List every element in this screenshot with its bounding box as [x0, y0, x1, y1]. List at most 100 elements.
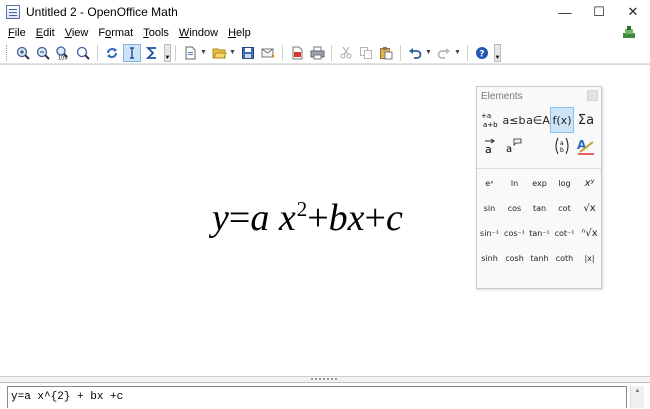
- relations-category[interactable]: a≤b: [502, 107, 526, 133]
- zoom-out-button[interactable]: [34, 44, 52, 62]
- functions-category[interactable]: f(x): [550, 107, 574, 133]
- menu-format[interactable]: Format: [93, 27, 138, 39]
- elements-divider: [477, 168, 601, 169]
- toolbar-overflow-button[interactable]: ▼: [164, 43, 171, 62]
- arccos-element[interactable]: cos⁻¹: [502, 221, 527, 246]
- copy-icon: [360, 46, 372, 59]
- window-title: Untitled 2 - OpenOffice Math: [26, 5, 178, 19]
- help-button[interactable]: ?: [473, 44, 491, 62]
- show-all-button[interactable]: [74, 44, 92, 62]
- splitter-grip[interactable]: [311, 378, 337, 380]
- cut-icon: [340, 46, 352, 58]
- brackets-category[interactable]: ab: [550, 133, 574, 159]
- operators-category[interactable]: Σa: [574, 107, 598, 133]
- export-pdf-icon: [292, 46, 303, 59]
- rendered-formula[interactable]: y=a x2+bx+c: [212, 199, 403, 238]
- attributes-category[interactable]: a: [478, 133, 502, 159]
- commands-scrollbar[interactable]: ▲: [630, 386, 644, 408]
- coth-element[interactable]: coth: [552, 246, 577, 271]
- set-operations-category[interactable]: a∈A: [526, 107, 550, 133]
- toolbar-separator: [97, 44, 98, 61]
- symbols-icon: [145, 46, 156, 59]
- redo-dropdown[interactable]: ▼: [454, 44, 461, 62]
- update-button[interactable]: [103, 44, 121, 62]
- arccot-element[interactable]: cot⁻¹: [552, 221, 577, 246]
- exp-element[interactable]: exp: [527, 171, 552, 196]
- formats-category[interactable]: A: [574, 133, 598, 159]
- menu-view[interactable]: View: [60, 27, 94, 39]
- elements-panel: Elements +a a+b a≤b a∈A f(x) Σa a a ab A …: [476, 86, 602, 289]
- scroll-up-icon: ▲: [634, 388, 641, 394]
- undo-dropdown[interactable]: ▼: [425, 44, 432, 62]
- export-pdf-button[interactable]: [288, 44, 306, 62]
- zoom-out-icon: [36, 46, 50, 60]
- svg-text:+a: +a: [481, 112, 491, 120]
- nroot-element[interactable]: ⁿ√x: [577, 221, 602, 246]
- arctan-element[interactable]: tan⁻¹: [527, 221, 552, 246]
- log-element[interactable]: log: [552, 171, 577, 196]
- empty-category: [526, 133, 550, 159]
- new-button[interactable]: [181, 44, 199, 62]
- paste-button[interactable]: [377, 44, 395, 62]
- toolbar-overflow-button-2[interactable]: ▼: [494, 43, 501, 62]
- elements-panel-title: Elements: [481, 90, 523, 102]
- elements-functions-grid: eˣ ln exp log xʸ sin cos tan cot √x sin⁻…: [477, 171, 601, 271]
- cos-element[interactable]: cos: [502, 196, 527, 221]
- elements-panel-close-button[interactable]: [587, 90, 598, 101]
- tan-element[interactable]: tan: [527, 196, 552, 221]
- sin-element[interactable]: sin: [477, 196, 502, 221]
- commands-window: y=a x^{2} + bx +c ▲: [0, 382, 650, 409]
- help-icon: ?: [476, 46, 488, 59]
- svg-text:?: ?: [479, 49, 484, 59]
- toolbar-grip[interactable]: [6, 44, 9, 61]
- title-bar: Untitled 2 - OpenOffice Math — ☐ ✕: [0, 0, 650, 24]
- zoom-in-button[interactable]: [14, 44, 32, 62]
- print-button[interactable]: [308, 44, 326, 62]
- menu-file[interactable]: File: [3, 27, 31, 39]
- redo-button[interactable]: [435, 44, 453, 62]
- svg-text:a: a: [506, 144, 512, 155]
- elements-panel-header[interactable]: Elements: [477, 87, 601, 105]
- cosh-element[interactable]: cosh: [502, 246, 527, 271]
- formula-cursor-button[interactable]: [123, 43, 141, 62]
- maximize-button[interactable]: ☐: [582, 0, 616, 24]
- abs-element[interactable]: |x|: [577, 246, 602, 271]
- exp-power-element[interactable]: eˣ: [477, 171, 502, 196]
- ln-element[interactable]: ln: [502, 171, 527, 196]
- maximize-icon: ☐: [593, 4, 605, 19]
- menu-tools[interactable]: Tools: [138, 27, 174, 39]
- open-button[interactable]: [210, 44, 228, 62]
- formats-icon: A: [577, 138, 594, 155]
- new-icon: [185, 46, 196, 59]
- save-button[interactable]: [239, 44, 257, 62]
- vector-attribute-icon: a: [485, 138, 495, 155]
- tanh-element[interactable]: tanh: [527, 246, 552, 271]
- email-button[interactable]: [259, 44, 277, 62]
- formula-command-input[interactable]: y=a x^{2} + bx +c: [7, 386, 627, 408]
- toolbar-separator: [331, 44, 332, 61]
- minimize-button[interactable]: —: [548, 0, 582, 24]
- cot-element[interactable]: cot: [552, 196, 577, 221]
- new-dropdown[interactable]: ▼: [200, 44, 207, 62]
- symbols-button[interactable]: [143, 44, 161, 62]
- unary-binary-category[interactable]: +a a+b: [478, 107, 502, 133]
- quickstarter-icon[interactable]: [622, 26, 636, 39]
- power-element[interactable]: xʸ: [577, 171, 602, 196]
- menu-help[interactable]: Help: [223, 27, 256, 39]
- copy-button[interactable]: [357, 44, 375, 62]
- sqrt-element[interactable]: √x: [577, 196, 602, 221]
- arcsin-element[interactable]: sin⁻¹: [477, 221, 502, 246]
- menu-window[interactable]: Window: [174, 27, 223, 39]
- menu-edit[interactable]: Edit: [31, 27, 60, 39]
- toolbar-separator: [400, 44, 401, 61]
- close-button[interactable]: ✕: [616, 0, 650, 24]
- zoom-in-icon: [16, 46, 30, 60]
- undo-button[interactable]: [406, 44, 424, 62]
- app-icon: [6, 5, 20, 19]
- sinh-element[interactable]: sinh: [477, 246, 502, 271]
- zoom-100-button[interactable]: 100: [54, 44, 72, 62]
- window-controls: — ☐ ✕: [548, 0, 650, 24]
- cut-button[interactable]: [337, 44, 355, 62]
- others-category[interactable]: a: [502, 133, 526, 159]
- open-dropdown[interactable]: ▼: [229, 44, 236, 62]
